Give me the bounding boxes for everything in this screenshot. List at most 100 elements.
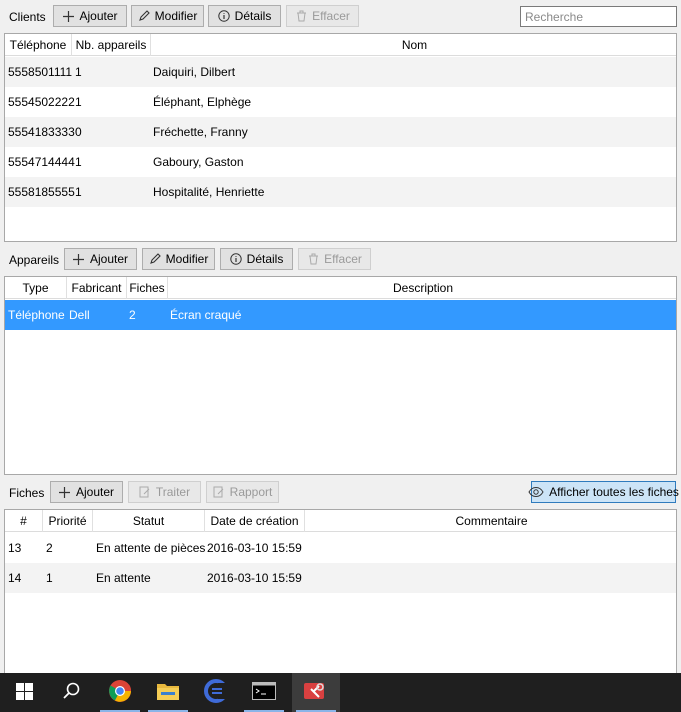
column-header-status[interactable]: Statut — [93, 510, 205, 532]
column-header-maker[interactable]: Fabricant — [67, 277, 127, 299]
start-button[interactable] — [0, 673, 48, 712]
report-icon — [213, 486, 225, 498]
info-icon — [229, 253, 242, 265]
cell-name: Éléphant, Elphège — [153, 95, 252, 109]
clients-details-button[interactable]: Détails — [208, 5, 281, 27]
taskbar-search-button[interactable] — [48, 673, 96, 712]
column-header-created[interactable]: Date de création — [205, 510, 305, 532]
column-header-devices[interactable]: Nb. appareils — [72, 34, 151, 56]
cell-tickets: 2 — [129, 308, 136, 322]
cell-description: Écran craqué — [170, 308, 242, 322]
edit-document-icon — [139, 486, 151, 498]
cell-name: Gaboury, Gaston — [153, 155, 244, 169]
cell-phone: 5554714444 — [8, 155, 75, 169]
repair-app-icon — [303, 680, 329, 705]
column-header-type[interactable]: Type — [5, 277, 67, 299]
plus-icon — [62, 10, 74, 22]
chrome-icon — [108, 679, 132, 706]
appareils-delete-label: Effacer — [324, 252, 362, 266]
appareils-table-header: Type Fabricant Fiches Description — [5, 277, 676, 299]
fiches-label: Fiches — [9, 486, 45, 500]
terminal-icon — [252, 682, 276, 703]
fiches-add-button[interactable]: Ajouter — [50, 481, 123, 503]
fiches-report-label: Rapport — [229, 485, 273, 499]
start-icon — [15, 682, 33, 703]
table-row[interactable]: 14 1 En attente 2016-03-10 15:59 — [5, 563, 676, 593]
eclipse-icon — [204, 679, 228, 706]
clients-delete-label: Effacer — [312, 9, 350, 23]
cell-type: Téléphone — [8, 308, 65, 322]
plus-icon — [59, 486, 71, 498]
fiches-table: # Priorité Statut Date de création Comme… — [4, 509, 677, 679]
clients-add-label: Ajouter — [79, 9, 118, 23]
table-row[interactable]: 5558185555 1 Hospitalité, Henriette — [5, 177, 676, 207]
appareils-edit-label: Modifier — [165, 252, 209, 266]
show-all-tickets-toggle[interactable]: Afficher toutes les fiches — [528, 481, 679, 503]
clients-table-header: Téléphone Nb. appareils Nom — [5, 34, 676, 56]
appareils-add-button[interactable]: Ajouter — [64, 248, 137, 270]
table-row[interactable]: Téléphone Dell 2 Écran craqué — [5, 300, 676, 330]
pencil-icon — [149, 253, 161, 265]
cell-devices: 1 — [75, 155, 82, 169]
fiches-process-button[interactable]: Traiter — [128, 481, 201, 503]
taskbar-repair-app[interactable] — [292, 673, 340, 712]
clients-delete-button[interactable]: Effacer — [286, 5, 359, 27]
cell-phone: 5554183333 — [8, 125, 75, 139]
cell-phone: 5558185555 — [8, 185, 75, 199]
column-header-comment[interactable]: Commentaire — [305, 510, 676, 532]
column-header-priority[interactable]: Priorité — [43, 510, 93, 532]
table-row[interactable]: 5554714444 1 Gaboury, Gaston — [5, 147, 676, 177]
plus-icon — [73, 253, 85, 265]
info-icon — [217, 10, 230, 22]
cell-created: 2016-03-10 15:59 — [207, 541, 302, 555]
appareils-table: Type Fabricant Fiches Description Téléph… — [4, 276, 677, 475]
cell-phone: 5554502222 — [8, 95, 75, 109]
clients-add-button[interactable]: Ajouter — [53, 5, 127, 27]
clients-label: Clients — [9, 10, 46, 24]
cell-devices: 0 — [75, 125, 82, 139]
appareils-label: Appareils — [9, 253, 60, 267]
search-icon — [63, 682, 81, 703]
fiches-report-button[interactable]: Rapport — [206, 481, 279, 503]
appareils-add-label: Ajouter — [89, 252, 128, 266]
table-row[interactable]: 13 2 En attente de pièces 2016-03-10 15:… — [5, 533, 676, 563]
column-header-phone[interactable]: Téléphone — [5, 34, 72, 56]
cell-devices: 1 — [75, 95, 82, 109]
column-header-tickets[interactable]: Fiches — [127, 277, 168, 299]
file-explorer-icon — [156, 681, 180, 704]
cell-maker: Dell — [69, 308, 90, 322]
fiches-add-label: Ajouter — [75, 485, 114, 499]
taskbar — [0, 673, 681, 712]
appareils-details-button[interactable]: Détails — [220, 248, 293, 270]
search-input[interactable] — [520, 6, 677, 27]
table-row[interactable]: 5558501111 1 Daiquiri, Dilbert — [5, 57, 676, 87]
cell-id: 13 — [8, 541, 22, 555]
appareils-delete-button[interactable]: Effacer — [298, 248, 371, 270]
appareils-details-label: Détails — [246, 252, 284, 266]
taskbar-file-explorer[interactable] — [144, 673, 192, 712]
cell-phone: 5558501111 — [8, 65, 73, 79]
table-row[interactable]: 5554502222 1 Éléphant, Elphège — [5, 87, 676, 117]
cell-name: Daiquiri, Dilbert — [153, 65, 236, 79]
trash-icon — [307, 253, 319, 265]
cell-status: En attente — [96, 571, 151, 585]
clients-edit-button[interactable]: Modifier — [131, 5, 204, 27]
cell-name: Fréchette, Franny — [153, 125, 248, 139]
cell-devices: 1 — [75, 185, 82, 199]
cell-devices: 1 — [75, 65, 82, 79]
column-header-description[interactable]: Description — [168, 277, 676, 299]
fiches-process-label: Traiter — [155, 485, 191, 499]
table-row[interactable]: 5554183333 0 Fréchette, Franny — [5, 117, 676, 147]
show-all-tickets-label: Afficher toutes les fiches — [549, 485, 679, 499]
taskbar-chrome[interactable] — [96, 673, 144, 712]
taskbar-terminal[interactable] — [240, 673, 288, 712]
column-header-name[interactable]: Nom — [151, 34, 676, 56]
trash-icon — [295, 10, 307, 22]
clients-edit-label: Modifier — [154, 9, 198, 23]
clients-table: Téléphone Nb. appareils Nom 5558501111 1… — [4, 33, 677, 242]
cell-name: Hospitalité, Henriette — [153, 185, 265, 199]
cell-created: 2016-03-10 15:59 — [207, 571, 302, 585]
taskbar-eclipse[interactable] — [192, 673, 240, 712]
appareils-edit-button[interactable]: Modifier — [142, 248, 215, 270]
column-header-id[interactable]: # — [5, 510, 43, 532]
